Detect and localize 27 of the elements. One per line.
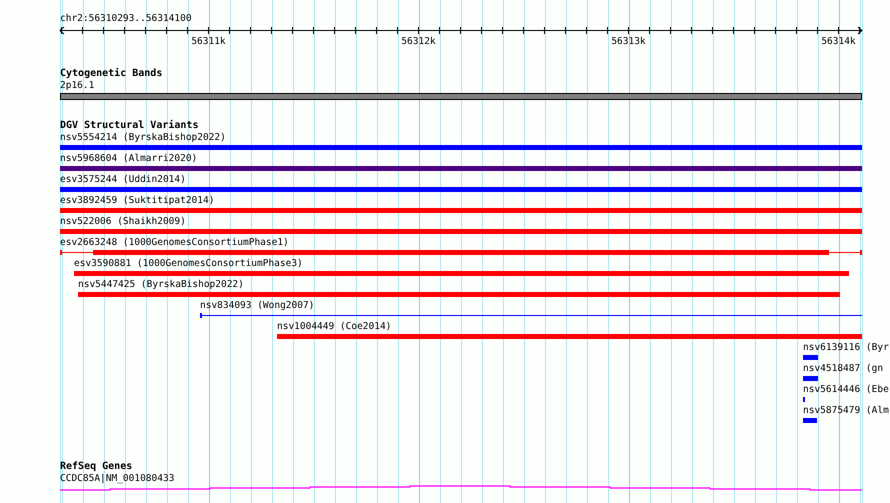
variant-bar[interactable] xyxy=(200,313,862,318)
variant-label[interactable]: esv2663248 (1000GenomesConsortiumPhase1) xyxy=(60,237,289,248)
variant-label[interactable]: nsv522006 (Shaikh2009) xyxy=(60,216,186,227)
ruler-tick-label: 56313k xyxy=(611,36,646,47)
track-title: RefSeq Genes xyxy=(60,461,132,473)
track-title: DGV Structural Variants xyxy=(60,120,198,132)
track-title: Cytogenetic Bands xyxy=(60,68,162,80)
variant-label[interactable]: nsv5614446 (Ebe xyxy=(803,384,889,395)
variant-label[interactable]: esv3892459 (Suktitipat2014) xyxy=(60,195,214,206)
ruler-tick-label: 56312k xyxy=(401,36,436,47)
variant-label[interactable]: nsv5968604 (Almarri2020) xyxy=(60,153,198,164)
variant-bar[interactable] xyxy=(60,250,862,255)
ruler-tick-label: 56311k xyxy=(191,36,226,47)
variant-label[interactable]: esv3590881 (1000GenomesConsortiumPhase3) xyxy=(74,258,303,269)
variant-label[interactable]: nsv5447425 (ByrskaBishop2022) xyxy=(78,279,244,290)
band-label: 2p16.1 xyxy=(60,80,94,91)
variant-label[interactable]: esv3575244 (Uddin2014) xyxy=(60,174,186,185)
variant-label[interactable]: nsv5554214 (ByrskaBishop2022) xyxy=(60,132,226,143)
location-label: chr2:56310293..56314100 xyxy=(60,13,192,24)
gene-line[interactable] xyxy=(60,485,862,491)
variant-label[interactable]: nsv4518487 (gn xyxy=(803,363,884,374)
ruler-tick-label: 56314k xyxy=(821,36,856,47)
variant-label[interactable]: nsv5875479 (Alm xyxy=(803,405,889,416)
variant-label[interactable]: nsv1004449 (Coe2014) xyxy=(277,321,392,332)
variant-label[interactable]: nsv6139116 (Byr xyxy=(803,342,889,353)
variant-label[interactable]: nsv834093 (Wong2007) xyxy=(200,300,314,311)
gene-label[interactable]: CCDC85A|NM_001080433 xyxy=(60,473,174,484)
